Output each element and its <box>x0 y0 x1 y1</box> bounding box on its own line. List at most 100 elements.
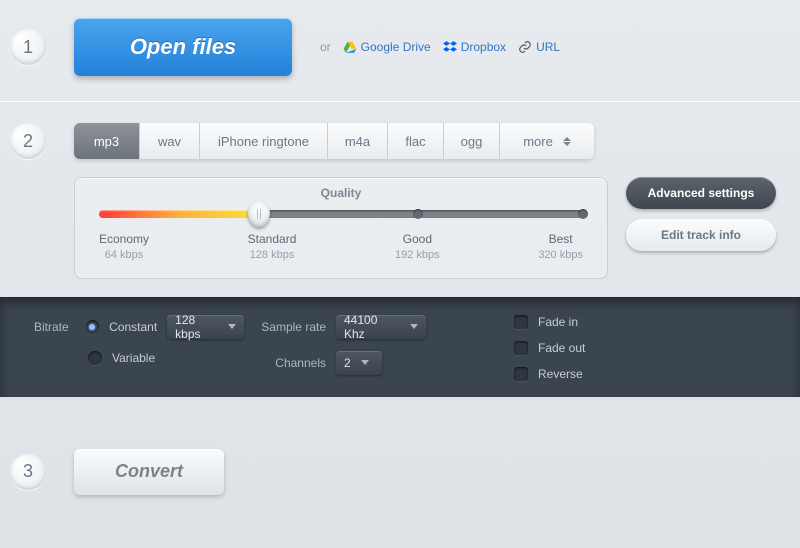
edit-track-info-button[interactable]: Edit track info <box>626 219 776 251</box>
side-buttons: Advanced settings Edit track info <box>626 177 776 279</box>
google-drive-label: Google Drive <box>361 40 431 54</box>
channels-row: Channels 2 <box>254 351 504 375</box>
quality-standard-rate: 128 kbps <box>248 248 297 262</box>
step-2-row: 2 mp3 wav iPhone ringtone m4a flac ogg m… <box>0 111 800 279</box>
advanced-settings-button[interactable]: Advanced settings <box>626 177 776 209</box>
tab-flac[interactable]: flac <box>388 123 444 159</box>
step-2-number: 2 <box>23 131 33 152</box>
reverse-label: Reverse <box>538 367 583 381</box>
format-tabs: mp3 wav iPhone ringtone m4a flac ogg mor… <box>74 123 594 159</box>
quality-economy-rate: 64 kbps <box>99 248 149 262</box>
bitrate-constant-radio[interactable] <box>86 320 99 334</box>
slider-tick-best <box>578 209 588 219</box>
tab-ogg-label: ogg <box>461 134 483 149</box>
tab-mp3[interactable]: mp3 <box>74 123 140 159</box>
quality-good: Good192 kbps <box>395 232 440 262</box>
bitrate-value: 128 kbps <box>175 313 218 341</box>
tab-wav-label: wav <box>158 134 181 149</box>
bitrate-select[interactable]: 128 kbps <box>167 315 244 339</box>
tab-iphone-ringtone[interactable]: iPhone ringtone <box>200 123 328 159</box>
step-2-body: mp3 wav iPhone ringtone m4a flac ogg mor… <box>74 123 800 279</box>
or-text: or <box>320 40 331 54</box>
slider-tick-good <box>413 209 423 219</box>
step-2-badge: 2 <box>10 123 46 159</box>
caret-down-icon <box>410 324 418 329</box>
slider-thumb[interactable] <box>248 201 270 227</box>
quality-good-rate: 192 kbps <box>395 248 440 262</box>
tab-mp3-label: mp3 <box>94 134 119 149</box>
bitrate-column: Bitrate Constant 128 kbps Variable <box>34 315 244 381</box>
quality-best: Best320 kbps <box>538 232 583 262</box>
quality-title: Quality <box>99 186 583 200</box>
google-drive-link[interactable]: Google Drive <box>343 40 431 54</box>
bitrate-constant-label: Constant <box>109 320 157 334</box>
quality-good-name: Good <box>395 232 440 248</box>
caret-down-icon <box>228 324 236 329</box>
open-files-button[interactable]: Open files <box>74 18 292 76</box>
channels-label: Channels <box>254 356 326 370</box>
convert-label: Convert <box>115 461 183 482</box>
tab-wav[interactable]: wav <box>140 123 200 159</box>
samplerate-value: 44100 Khz <box>344 313 400 341</box>
dropbox-icon <box>443 40 457 54</box>
advanced-settings-label: Advanced settings <box>648 186 755 200</box>
channels-select[interactable]: 2 <box>336 351 382 375</box>
edit-track-info-label: Edit track info <box>661 228 741 242</box>
open-files-label: Open files <box>130 34 236 60</box>
advanced-panel: Bitrate Constant 128 kbps Variable Sampl… <box>0 297 800 397</box>
samplerate-select[interactable]: 44100 Khz <box>336 315 426 339</box>
tab-ogg[interactable]: ogg <box>444 123 500 159</box>
link-icon <box>518 40 532 54</box>
tab-more-label: more <box>523 134 553 149</box>
slider-fill <box>99 210 259 218</box>
quality-best-name: Best <box>538 232 583 248</box>
google-drive-icon <box>343 40 357 54</box>
reverse-checkbox[interactable] <box>514 367 528 381</box>
fade-out-row: Fade out <box>514 341 694 355</box>
quality-economy: Economy64 kbps <box>99 232 149 262</box>
step-3-badge: 3 <box>10 454 46 490</box>
step-3-number: 3 <box>23 461 33 482</box>
dropbox-link[interactable]: Dropbox <box>443 40 506 54</box>
bitrate-variable-label: Variable <box>112 351 155 365</box>
tab-iphone-label: iPhone ringtone <box>218 134 309 149</box>
quality-standard-name: Standard <box>248 232 297 248</box>
bitrate-label: Bitrate <box>34 320 76 334</box>
quality-standard: Standard128 kbps <box>248 232 297 262</box>
url-link[interactable]: URL <box>518 40 560 54</box>
quality-panel: Quality Economy64 kbps Standard128 kbps … <box>74 177 608 279</box>
bitrate-variable-radio[interactable] <box>88 351 102 365</box>
fade-in-row: Fade in <box>514 315 694 329</box>
effects-column: Fade in Fade out Reverse <box>514 315 694 381</box>
more-arrows-icon <box>563 137 571 146</box>
bitrate-constant-row: Bitrate Constant 128 kbps <box>34 315 244 339</box>
sample-channels-column: Sample rate 44100 Khz Channels 2 <box>254 315 504 381</box>
reverse-row: Reverse <box>514 367 694 381</box>
tab-m4a[interactable]: m4a <box>328 123 388 159</box>
samplerate-row: Sample rate 44100 Khz <box>254 315 504 339</box>
tab-more[interactable]: more <box>500 123 594 159</box>
bitrate-variable-row: Variable <box>34 351 244 365</box>
caret-down-icon <box>361 360 369 365</box>
quality-row: Quality Economy64 kbps Standard128 kbps … <box>74 177 776 279</box>
fade-in-label: Fade in <box>538 315 578 329</box>
step-1-badge: 1 <box>10 29 46 65</box>
channels-value: 2 <box>344 356 351 370</box>
fade-in-checkbox[interactable] <box>514 315 528 329</box>
samplerate-label: Sample rate <box>254 320 326 334</box>
source-links: or Google Drive Dropbox URL <box>320 40 560 54</box>
quality-economy-name: Economy <box>99 232 149 248</box>
step-1-row: 1 Open files or Google Drive Dropbox URL <box>0 0 800 100</box>
step-1-number: 1 <box>23 37 33 58</box>
fade-out-label: Fade out <box>538 341 585 355</box>
tab-m4a-label: m4a <box>345 134 370 149</box>
fade-out-checkbox[interactable] <box>514 341 528 355</box>
quality-slider[interactable] <box>99 210 583 218</box>
quality-best-rate: 320 kbps <box>538 248 583 262</box>
section-divider <box>0 100 800 101</box>
convert-button[interactable]: Convert <box>74 449 224 495</box>
step-3-row: 3 Convert <box>0 397 800 495</box>
url-label: URL <box>536 40 560 54</box>
tab-flac-label: flac <box>405 134 425 149</box>
dropbox-label: Dropbox <box>461 40 506 54</box>
